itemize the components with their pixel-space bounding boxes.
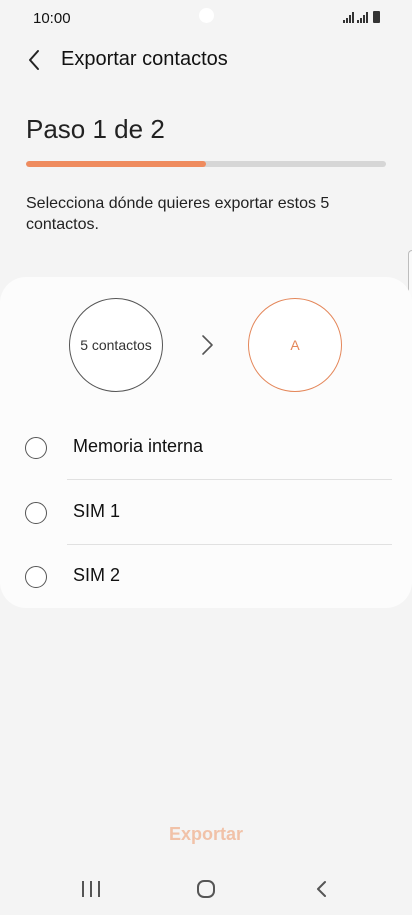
status-icons	[343, 11, 380, 23]
signal-icon	[357, 11, 368, 23]
nav-back-icon[interactable]	[313, 879, 331, 899]
status-bar: 10:00	[0, 0, 412, 36]
export-button[interactable]: Exportar	[150, 817, 262, 851]
status-time: 10:00	[33, 10, 71, 27]
option-label: SIM 2	[73, 565, 121, 585]
recents-icon[interactable]	[82, 881, 100, 897]
radio-button[interactable]	[25, 566, 47, 588]
step-progress-fill	[26, 161, 206, 167]
option-label: SIM 1	[73, 501, 121, 521]
divider	[67, 479, 392, 480]
navigation-bar	[0, 866, 412, 915]
chevron-right-icon	[202, 335, 213, 355]
page-title: Exportar contactos	[61, 48, 228, 70]
source-contacts-label: 5 contactos	[80, 337, 152, 353]
front-camera	[199, 8, 214, 23]
export-destination-card: 5 contactos A Memoria interna SIM 1 SIM …	[0, 277, 412, 608]
battery-icon	[373, 11, 380, 23]
step-description: Selecciona dónde quieres exportar estos …	[26, 195, 330, 233]
app-header: Exportar contactos	[0, 36, 412, 84]
option-sim-2[interactable]: SIM 2	[0, 545, 412, 609]
option-memoria-interna[interactable]: Memoria interna	[0, 416, 412, 480]
option-label: Memoria interna	[73, 436, 204, 456]
source-contacts-circle: 5 contactos	[69, 298, 163, 392]
screen: 10:00 Exportar contactos Paso 1 de 2 Sel…	[0, 0, 412, 915]
radio-button[interactable]	[25, 437, 47, 459]
radio-button[interactable]	[25, 502, 47, 524]
option-sim-1[interactable]: SIM 1	[0, 481, 412, 545]
step-progress-bar	[26, 161, 386, 167]
back-arrow-icon[interactable]	[18, 44, 50, 76]
signal-icon	[343, 11, 354, 23]
destination-label: A	[290, 337, 300, 353]
step-title: Paso 1 de 2	[26, 114, 165, 144]
home-icon[interactable]	[197, 880, 215, 898]
destination-circle: A	[248, 298, 342, 392]
